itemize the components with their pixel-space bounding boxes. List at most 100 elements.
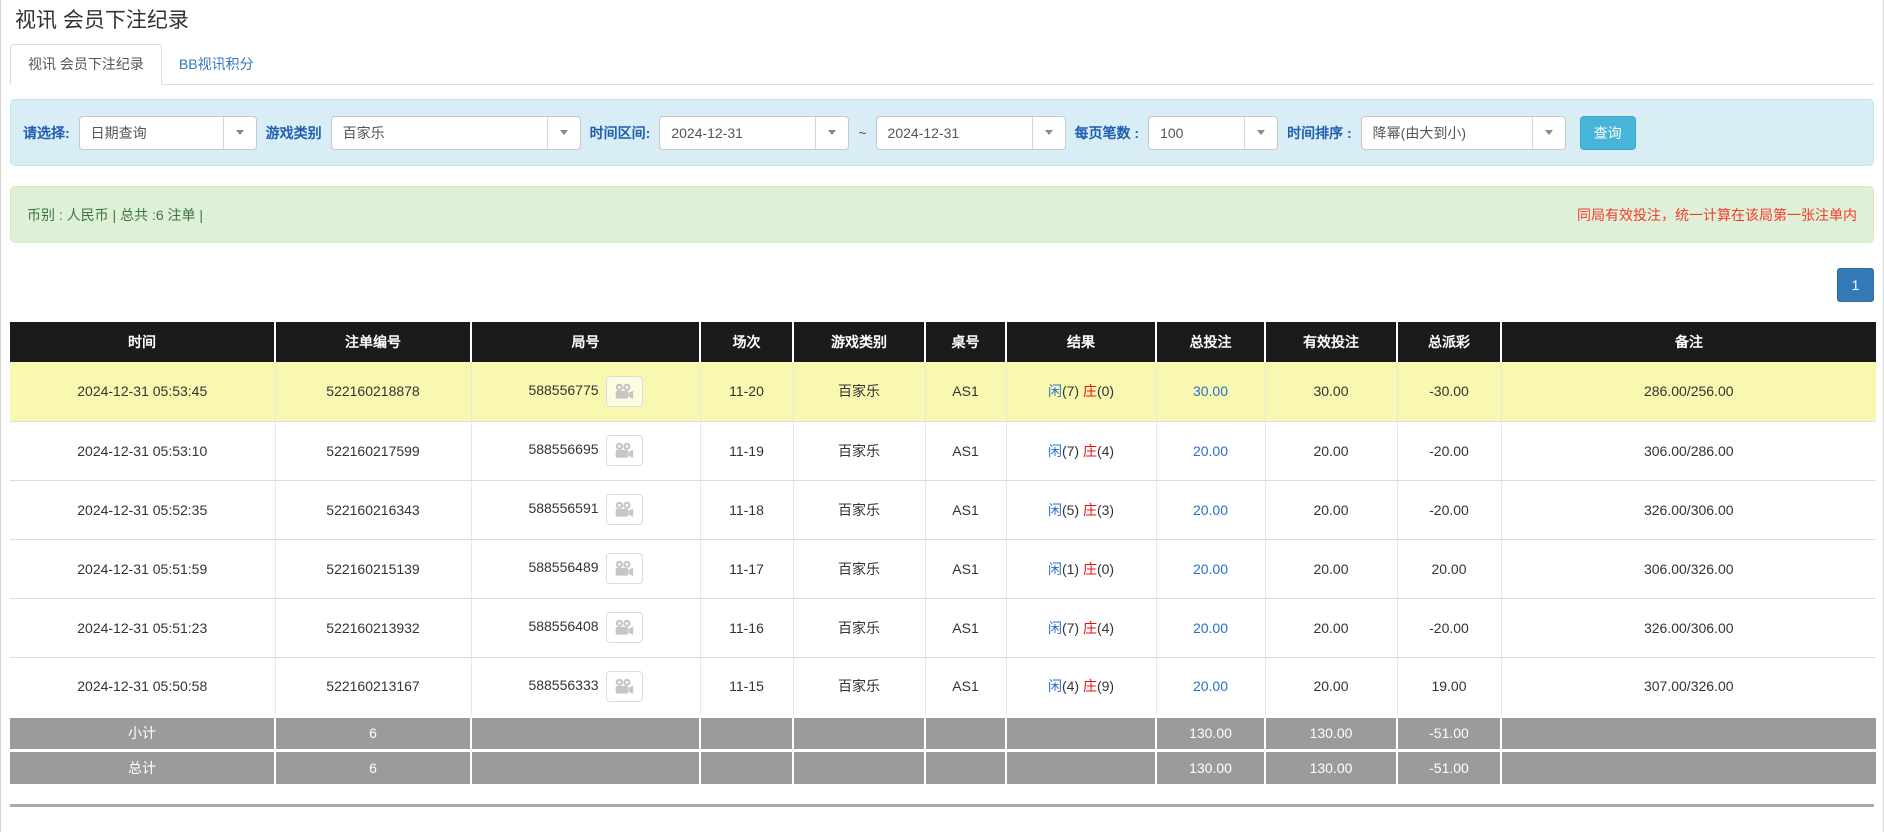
per-page-label: 每页笔数 : <box>1075 123 1140 143</box>
cell-payout: -20.00 <box>1397 598 1501 657</box>
cell-session: 11-19 <box>700 421 793 480</box>
video-camera-icon <box>614 383 634 400</box>
result-player-label: 闲 <box>1048 678 1062 694</box>
cell-round-id: 588556489 <box>471 539 700 598</box>
cell-result: 闲(5) 庄(3) <box>1006 480 1156 539</box>
result-player-score: (7) <box>1062 443 1083 459</box>
cell-bet-id: 522160213167 <box>275 657 471 716</box>
cell-session: 11-15 <box>700 657 793 716</box>
page-1-button[interactable]: 1 <box>1837 268 1874 302</box>
tab-bb-video-points[interactable]: BB视讯积分 <box>162 45 271 84</box>
cell-total-bet: 20.00 <box>1156 539 1265 598</box>
query-type-select[interactable]: 日期查询 <box>79 116 257 150</box>
video-replay-button[interactable] <box>606 553 643 584</box>
tab-video-bet-records[interactable]: 视讯 会员下注纪录 <box>10 44 162 85</box>
column-header-3: 场次 <box>700 322 793 362</box>
query-button[interactable]: 查询 <box>1580 116 1636 150</box>
total-bet-link[interactable]: 20.00 <box>1193 678 1228 694</box>
result-player-score: (1) <box>1062 561 1083 577</box>
subtotal-row: 小计6130.00130.00-51.00 <box>10 716 1876 750</box>
video-replay-button[interactable] <box>606 494 643 525</box>
result-banker-score: (4) <box>1097 443 1114 459</box>
total-bet-link[interactable]: 20.00 <box>1193 443 1228 459</box>
total-bet-link[interactable]: 20.00 <box>1193 502 1228 518</box>
summary-label: 小计 <box>10 716 275 750</box>
round-id-text: 588556591 <box>528 500 598 516</box>
cell-result: 闲(7) 庄(4) <box>1006 598 1156 657</box>
cell-game-type: 百家乐 <box>793 480 925 539</box>
cell-valid-bet: 20.00 <box>1265 480 1397 539</box>
result-banker-label: 庄 <box>1083 383 1097 399</box>
round-id-text: 588556489 <box>528 559 598 575</box>
result-banker-label: 庄 <box>1083 620 1097 636</box>
cell-payout: 20.00 <box>1397 539 1501 598</box>
column-header-7: 总投注 <box>1156 322 1265 362</box>
cell-result: 闲(7) 庄(4) <box>1006 421 1156 480</box>
cell-payout: 19.00 <box>1397 657 1501 716</box>
chevron-down-icon <box>547 117 580 149</box>
video-replay-button[interactable] <box>606 435 643 466</box>
chevron-down-icon <box>1244 117 1277 149</box>
result-player-score: (7) <box>1062 383 1083 399</box>
cell-bet-id: 522160215139 <box>275 539 471 598</box>
cell-time: 2024-12-31 05:50:58 <box>10 657 275 716</box>
result-player-label: 闲 <box>1048 620 1062 636</box>
round-id-text: 588556775 <box>528 382 598 398</box>
result-player-label: 闲 <box>1048 561 1062 577</box>
result-banker-score: (4) <box>1097 620 1114 636</box>
summary-empty-table <box>925 750 1006 784</box>
cell-game-type: 百家乐 <box>793 421 925 480</box>
cell-table-no: AS1 <box>925 362 1006 421</box>
game-type-select[interactable]: 百家乐 <box>331 116 581 150</box>
date-to-select[interactable]: 2024-12-31 <box>876 116 1066 150</box>
summary-empty-remark <box>1501 750 1876 784</box>
cell-game-type: 百家乐 <box>793 657 925 716</box>
cell-bet-id: 522160217599 <box>275 421 471 480</box>
column-header-10: 备注 <box>1501 322 1876 362</box>
total-bet-link[interactable]: 20.00 <box>1193 561 1228 577</box>
summary-empty-result <box>1006 750 1156 784</box>
cell-session: 11-20 <box>700 362 793 421</box>
cell-remark: 307.00/326.00 <box>1501 657 1876 716</box>
column-header-2: 局号 <box>471 322 700 362</box>
cell-table-no: AS1 <box>925 598 1006 657</box>
video-camera-icon <box>614 678 634 695</box>
cell-session: 11-17 <box>700 539 793 598</box>
result-banker-score: (3) <box>1097 502 1114 518</box>
currency-total-text: 币别 : 人民币 | 总共 :6 注单 | <box>27 205 203 225</box>
pagination: 1 <box>10 268 1874 302</box>
summary-empty-remark <box>1501 716 1876 750</box>
result-banker-label: 庄 <box>1083 443 1097 459</box>
date-from-select[interactable]: 2024-12-31 <box>659 116 849 150</box>
tab-bar: 视讯 会员下注纪录 BB视讯积分 <box>10 44 1874 85</box>
result-player-label: 闲 <box>1048 383 1062 399</box>
per-page-select[interactable]: 100 <box>1148 116 1278 150</box>
cell-total-bet: 30.00 <box>1156 362 1265 421</box>
cell-session: 11-18 <box>700 480 793 539</box>
summary-empty-round <box>471 750 700 784</box>
result-player-score: (4) <box>1062 678 1083 694</box>
video-replay-button[interactable] <box>606 612 643 643</box>
query-type-value: 日期查询 <box>80 117 223 149</box>
summary-label: 总计 <box>10 750 275 784</box>
chevron-down-icon <box>223 117 256 149</box>
table-row: 2024-12-31 05:52:35522160216343588556591… <box>10 480 1876 539</box>
total-bet-link[interactable]: 30.00 <box>1193 383 1228 399</box>
video-replay-button[interactable] <box>606 671 643 702</box>
video-camera-icon <box>614 442 634 459</box>
cell-valid-bet: 20.00 <box>1265 421 1397 480</box>
time-range-label: 时间区间: <box>590 123 651 143</box>
summary-count: 6 <box>275 716 471 750</box>
cell-result: 闲(4) 庄(9) <box>1006 657 1156 716</box>
total-bet-link[interactable]: 20.00 <box>1193 620 1228 636</box>
result-player-score: (7) <box>1062 620 1083 636</box>
video-replay-button[interactable] <box>606 376 643 407</box>
page-panel: 视讯 会员下注纪录 视讯 会员下注纪录 BB视讯积分 请选择: 日期查询 游戏类… <box>0 0 1884 832</box>
cell-bet-id: 522160216343 <box>275 480 471 539</box>
valid-bet-notice-text: 同局有效投注，统一计算在该局第一张注单内 <box>1577 205 1857 225</box>
cell-valid-bet: 20.00 <box>1265 598 1397 657</box>
result-player-label: 闲 <box>1048 502 1062 518</box>
cell-total-bet: 20.00 <box>1156 598 1265 657</box>
column-header-4: 游戏类别 <box>793 322 925 362</box>
time-sort-select[interactable]: 降幂(由大到小) <box>1361 116 1566 150</box>
